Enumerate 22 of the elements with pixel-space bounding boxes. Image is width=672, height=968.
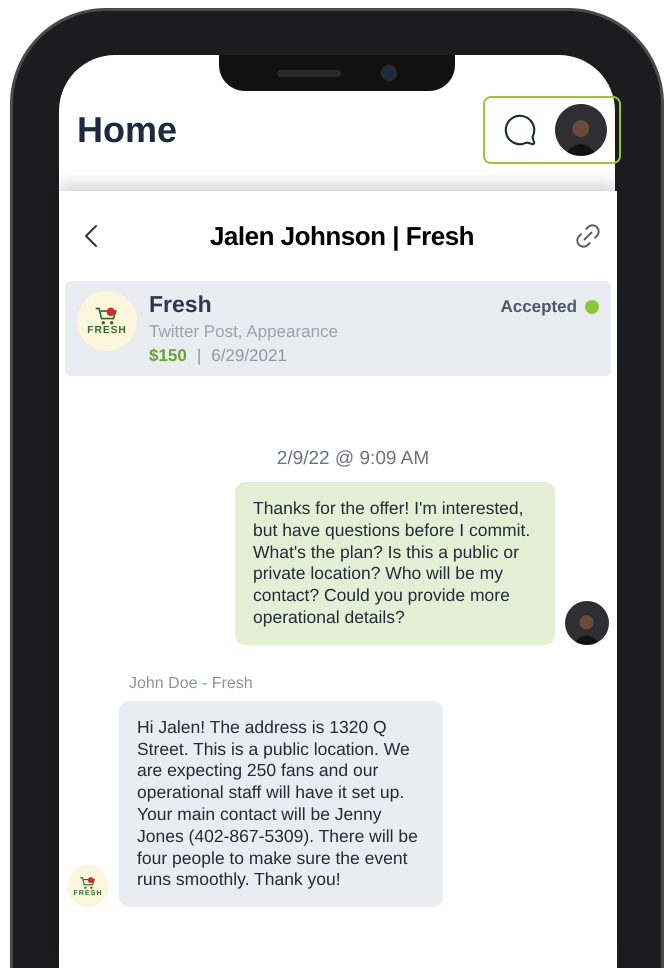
offer-date: 6/29/2021 <box>211 346 287 366</box>
deliverables-text: Twitter Post, Appearance <box>149 322 339 342</box>
status-label: Accepted <box>500 297 577 317</box>
brand-name: Fresh <box>149 291 213 318</box>
avatar <box>565 600 609 645</box>
speaker-grille <box>277 70 341 76</box>
message-timestamp: 2/9/22 @ 9:09 AM <box>276 448 430 470</box>
cart-icon <box>94 306 120 326</box>
camera-icon <box>381 65 397 81</box>
separator: | <box>196 346 202 366</box>
status-dot <box>585 300 599 314</box>
received-message: Hi Jalen! The address is 1320 Q Street. This is a public location. We are expecting 250 fans and our operational staff will have it set up. Your main contact will be Jenny Jones (402-867-5309). There will be four people to make sure the event runs smoothly. Thank you! <box>119 700 443 908</box>
cart-icon <box>79 876 97 890</box>
logo-text: FRESH <box>87 326 127 336</box>
sent-message: Thanks for the offer! I'm interested, but have questions before I commit. What's the plan? Is this a public or private location? Who will be my contact? Could you provide more operational details? <box>235 482 555 645</box>
offer-card[interactable]: FRESH Fresh Twitter Post, Appearance $150 | 6/29/2021 Accepted <box>65 281 611 376</box>
conversation-title: Jalen Johnson | Fresh <box>210 220 474 252</box>
page-title: Home <box>77 109 178 151</box>
avatar <box>555 104 607 156</box>
chat-icon[interactable] <box>503 113 537 147</box>
sender-name: John Doe - Fresh <box>129 674 254 693</box>
offer-amount: $150 <box>149 346 187 366</box>
